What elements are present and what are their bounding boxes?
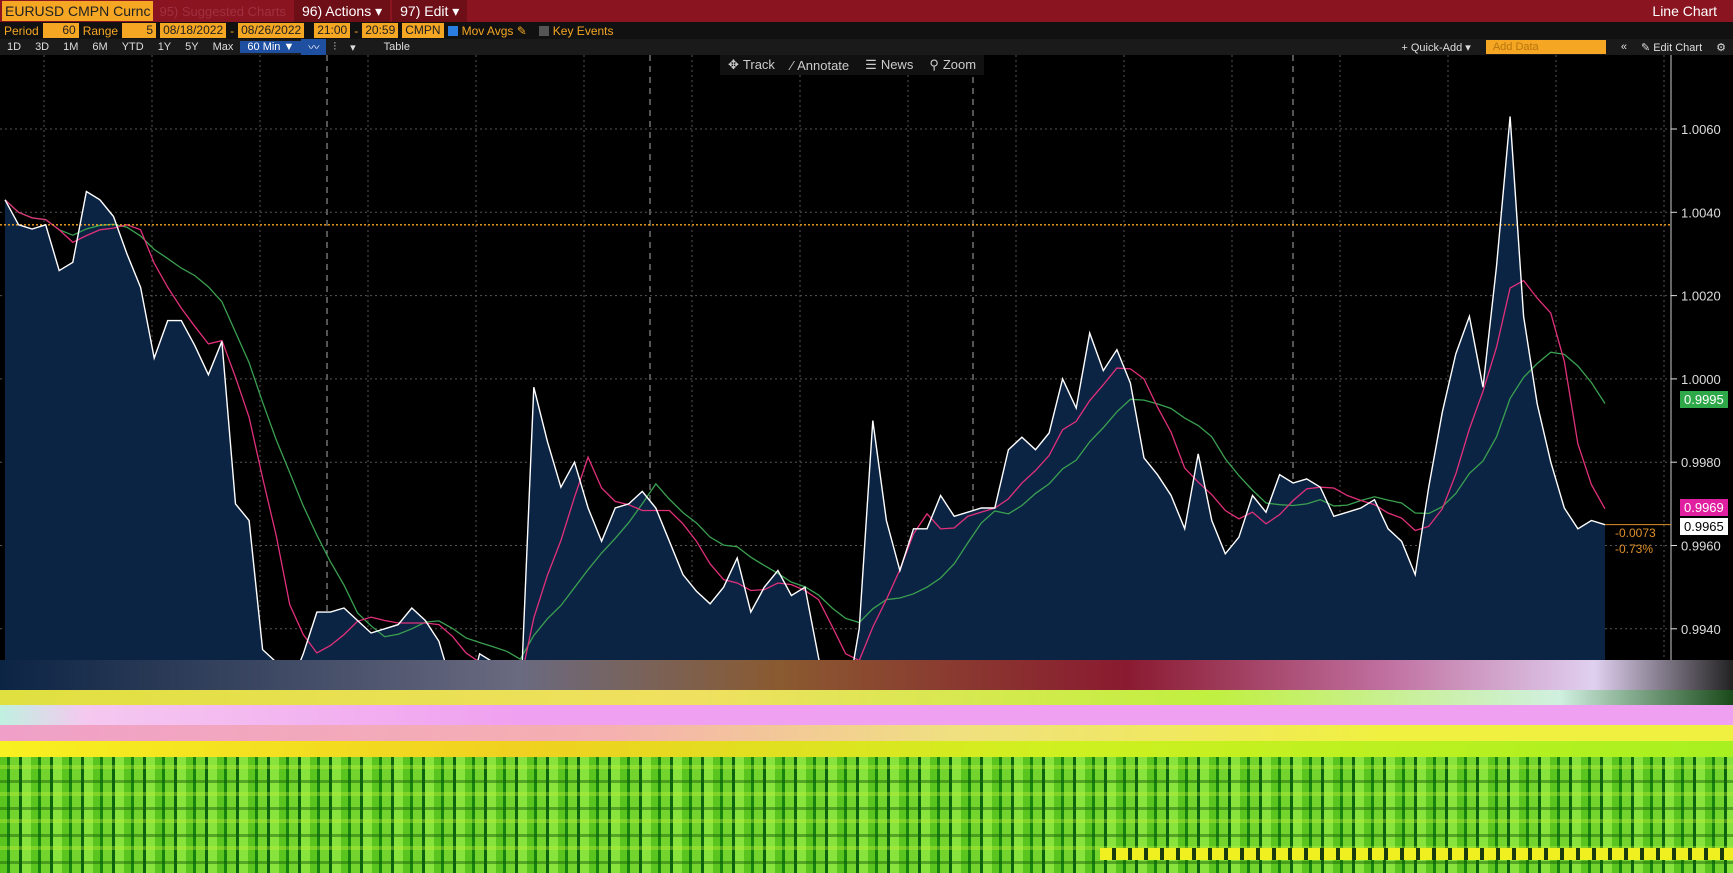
crosshair-icon: ✥ (728, 57, 739, 72)
y-tick-label: 0.9960 (1681, 539, 1721, 554)
change-percent: -0.73% (1615, 542, 1654, 556)
zoom-button[interactable]: ⚲ Zoom (921, 57, 984, 73)
ma-short-price-tag: 0.9969 (1680, 499, 1728, 516)
y-tick-label: 1.0000 (1681, 372, 1721, 387)
track-button[interactable]: ✥ Track (720, 57, 783, 73)
magnifier-icon: ⚲ (929, 57, 939, 72)
y-tick-label: 0.9940 (1681, 622, 1721, 637)
chart-tools: ✥ Track ⁄ Annotate ☰ News ⚲ Zoom (720, 55, 985, 75)
news-icon: ☰ (865, 57, 877, 72)
ma-long-price-tag: 0.9995 (1680, 391, 1728, 408)
y-tick-label: 1.0040 (1681, 205, 1721, 220)
annotate-button[interactable]: ⁄ Annotate (783, 58, 857, 73)
y-tick-label: 1.0020 (1681, 289, 1721, 304)
y-tick-label: 0.9980 (1681, 455, 1721, 470)
y-tick-label: 1.0060 (1681, 122, 1721, 137)
track-label: Track (742, 57, 775, 72)
news-button[interactable]: ☰ News (857, 57, 921, 73)
zoom-label: Zoom (942, 57, 977, 72)
price-area (5, 116, 1605, 660)
news-label: News (880, 57, 914, 72)
change-value: -0.0073 (1615, 526, 1656, 540)
price-chart[interactable]: 1.0060 1.0040 1.0020 1.0000 0.9980 0.9960 0.99… (0, 0, 1733, 660)
annotate-label: Annotate (797, 57, 850, 73)
last-price-tag: 0.9965 (1680, 518, 1728, 535)
